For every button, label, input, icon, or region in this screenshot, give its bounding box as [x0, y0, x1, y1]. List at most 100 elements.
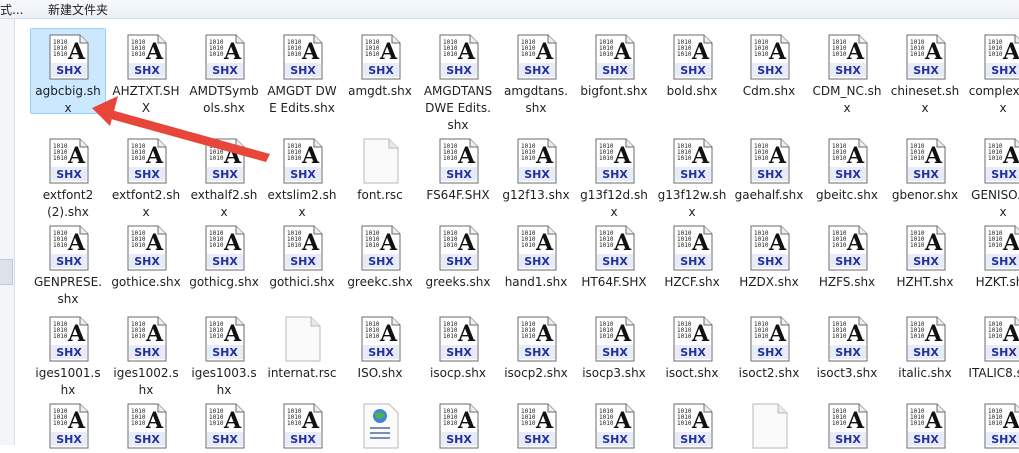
file-name: GENPRESE.shx	[33, 275, 103, 306]
file-item[interactable]: 1010 1010 1010 A SHX extfont2 (2).shx	[30, 132, 106, 222]
svg-text:1010: 1010	[988, 333, 1003, 340]
file-item[interactable]: 1010 1010 1010 A SHX ISO.shx	[342, 310, 418, 383]
file-item[interactable]: 1010 1010 1010 A SHX Cdm.shx	[731, 28, 807, 101]
svg-text:1010: 1010	[754, 155, 769, 162]
file-item[interactable]: 1010 1010 1010 A SHX HZKT.shx	[965, 219, 1019, 292]
file-item[interactable]: 1010 1010 1010 A SHX extfont2.shx	[108, 132, 184, 222]
file-item[interactable]: 1010 1010 1010 A SHX bigfont.shx	[576, 28, 652, 101]
file-item[interactable]: 1010 1010 1010 A SHX HZDX.shx	[731, 219, 807, 292]
file-item[interactable]: 1010 1010 1010 A SHX agbcbig.shx	[30, 28, 106, 115]
shx-file-icon: 1010 1010 1010 A SHX	[828, 34, 868, 80]
file-name: gbenor.shx	[891, 188, 959, 202]
svg-text:A: A	[691, 143, 710, 169]
svg-text:1010: 1010	[910, 420, 925, 427]
shx-file-icon: 1010 1010 1010 A SHX	[984, 225, 1019, 271]
file-item[interactable]: 1010 1010 1010 A SHX HT64F.SHX	[576, 219, 652, 292]
shx-file-icon: 1010 1010 1010 A SHX	[49, 316, 89, 362]
svg-text:1010: 1010	[988, 155, 1003, 162]
file-item[interactable]: 1010 1010 1010 A SHX isoct.shx	[654, 310, 730, 383]
file-item[interactable]: 1010 1010 1010 A SHX GENPRESE.shx	[30, 219, 106, 309]
svg-text:SHX: SHX	[680, 346, 706, 359]
shx-file-icon: 1010 1010 1010 A SHX	[517, 34, 557, 80]
toolbar-cut-item[interactable]: 式...	[0, 1, 23, 18]
svg-text:A: A	[613, 321, 632, 347]
file-item[interactable]: 1010 1010 1010 A SHX hand1.shx	[498, 219, 574, 292]
file-item[interactable]: 1010 1010 1010 A SHX complex.shx	[965, 28, 1019, 118]
file-item[interactable]: 1010 1010 1010 A SHX isoct3.shx	[809, 310, 885, 383]
svg-text:1010: 1010	[677, 333, 692, 340]
file-item[interactable]: 1010 1010 1010 A SHX GENISO.shx	[965, 132, 1019, 222]
shx-file-icon: 1010 1010 1010 A SHX	[673, 138, 713, 184]
file-item[interactable]: 1010 1010 1010 A SHX AMDTSymbols.shx	[186, 28, 262, 118]
file-item[interactable]: 1010 1010 1010 A SHX HZCF.shx	[654, 219, 730, 292]
svg-text:A: A	[846, 143, 865, 169]
svg-text:SHX: SHX	[446, 255, 472, 268]
svg-text:SHX: SHX	[991, 255, 1017, 268]
file-item[interactable]: 1010 1010 1010 A SHX greeks.shx	[420, 219, 496, 292]
file-item[interactable]: 1010 1010 1010 A SHX HZFS.shx	[809, 219, 885, 292]
file-item[interactable]: 1010 1010 1010 A SHX italic.shx	[887, 310, 963, 383]
svg-text:A: A	[145, 143, 164, 169]
file-name: iges1002.shx	[113, 366, 179, 397]
svg-text:A: A	[1002, 143, 1019, 169]
svg-text:SHX: SHX	[602, 255, 628, 268]
svg-text:SHX: SHX	[757, 64, 783, 77]
svg-text:SHX: SHX	[680, 168, 706, 181]
file-item[interactable]: 1010 1010 1010 A SHX gbeitc.shx	[809, 132, 885, 205]
svg-text:1010: 1010	[832, 242, 847, 249]
svg-text:A: A	[613, 230, 632, 256]
file-item[interactable]: 1010 1010 1010 A SHX g13f12d.shx	[576, 132, 652, 222]
new-folder-button[interactable]: 新建文件夹	[48, 1, 108, 18]
file-item[interactable]: 1010 1010 1010 A SHX isocp3.shx	[576, 310, 652, 383]
svg-text:1010: 1010	[209, 51, 224, 58]
shx-file-icon: 1010 1010 1010 A SHX	[49, 34, 89, 80]
file-item[interactable]: 1010 1010 1010 A SHX gothici.shx	[264, 219, 340, 292]
file-item[interactable]: 1010 1010 1010 A SHX exthalf2.shx	[186, 132, 262, 222]
file-item[interactable]: 1010 1010 1010 A SHX iges1001.shx	[30, 310, 106, 400]
svg-text:A: A	[1002, 408, 1019, 434]
file-item[interactable]: 1010 1010 1010 A SHX extslim2.shx	[264, 132, 340, 222]
svg-text:A: A	[67, 408, 86, 434]
svg-text:A: A	[535, 39, 554, 65]
svg-text:A: A	[67, 230, 86, 256]
file-item[interactable]: 1010 1010 1010 A SHX isocp2.shx	[498, 310, 574, 383]
file-name: agbcbig.shx	[35, 84, 101, 115]
file-item[interactable]: 1010 1010 1010 A SHX amgdt.shx	[342, 28, 418, 101]
svg-text:1010: 1010	[53, 155, 68, 162]
file-item[interactable]: 1010 1010 1010 A SHX AMGDTANS DWE Edits.…	[420, 28, 496, 135]
svg-text:1010: 1010	[521, 242, 536, 249]
file-item[interactable]: 1010 1010 1010 A SHX AHZTXT.SHX	[108, 28, 184, 118]
navigation-pane-scrollbar[interactable]	[0, 259, 13, 285]
file-name: greeks.shx	[425, 275, 491, 289]
file-item[interactable]: 1010 1010 1010 A SHX FS64F.SHX	[420, 132, 496, 205]
file-name: extfont2.shx	[111, 188, 181, 219]
file-name: complex.shx	[968, 84, 1019, 115]
file-item[interactable]: 1010 1010 1010 A SHX amgdtans.shx	[498, 28, 574, 118]
file-item[interactable]: 1010 1010 1010 A SHX gaehalf.shx	[731, 132, 807, 205]
file-item[interactable]: 1010 1010 1010 A SHX greekc.shx	[342, 219, 418, 292]
file-item[interactable]: 1010 1010 1010 A SHX g12f13.shx	[498, 132, 574, 205]
shx-file-icon: 1010 1010 1010 A SHX	[673, 316, 713, 362]
svg-text:SHX: SHX	[56, 255, 82, 268]
file-item[interactable]: 1010 1010 1010 A SHX gothice.shx	[108, 219, 184, 292]
file-item[interactable]: 1010 1010 1010 A SHX gbenor.shx	[887, 132, 963, 205]
shx-file-icon: 1010 1010 1010 A SHX	[595, 34, 635, 80]
file-item[interactable]: 1010 1010 1010 A SHX bold.shx	[654, 28, 730, 101]
file-item[interactable]: 1010 1010 1010 A SHX ITALIC8.shx	[965, 310, 1019, 383]
file-item[interactable]: 1010 1010 1010 A SHX iges1002.shx	[108, 310, 184, 400]
file-item[interactable]: font.rsc	[342, 132, 418, 205]
shx-file-icon: 1010 1010 1010 A SHX	[750, 225, 790, 271]
svg-text:A: A	[535, 321, 554, 347]
file-item[interactable]: 1010 1010 1010 A SHX gothicg.shx	[186, 219, 262, 292]
file-item[interactable]: 1010 1010 1010 A SHX CDM_NC.shx	[809, 28, 885, 118]
file-item[interactable]: internat.rsc	[264, 310, 340, 383]
file-item[interactable]: 1010 1010 1010 A SHX iges1003.shx	[186, 310, 262, 400]
file-item[interactable]: 1010 1010 1010 A SHX isoct2.shx	[731, 310, 807, 383]
file-item[interactable]: 1010 1010 1010 A SHX isocp.shx	[420, 310, 496, 383]
file-item[interactable]: 1010 1010 1010 A SHX AMGDT DWE Edits.shx	[264, 28, 340, 118]
file-item[interactable]: 1010 1010 1010 A SHX HZHT.shx	[887, 219, 963, 292]
file-item[interactable]: 1010 1010 1010 A SHX g13f12w.shx	[654, 132, 730, 222]
file-item[interactable]: 1010 1010 1010 A SHX chineset.shx	[887, 28, 963, 118]
file-name: internat.rsc	[267, 366, 337, 380]
svg-text:SHX: SHX	[290, 255, 316, 268]
